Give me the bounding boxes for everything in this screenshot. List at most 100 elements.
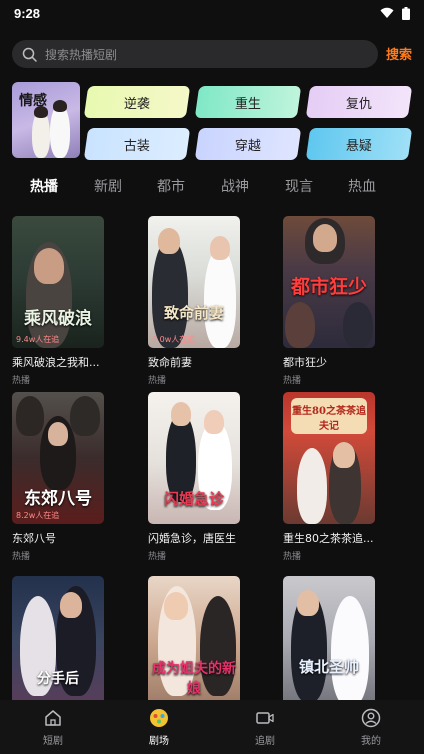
nav-label: 我的: [361, 736, 381, 747]
search-input[interactable]: 搜索热播短剧: [12, 40, 378, 68]
search-icon: [22, 47, 37, 62]
drama-poster: 重生80之茶茶追夫记: [283, 392, 375, 524]
theater-icon: [150, 709, 168, 727]
poster-face: [158, 228, 180, 254]
battery-icon: [402, 6, 410, 20]
genre-chip-chongsheng[interactable]: 重生: [194, 86, 302, 118]
poster-face: [164, 592, 188, 620]
genre-chip-label: 悬疑: [345, 138, 372, 154]
poster-face-bride: [210, 236, 230, 260]
genre-featured-card[interactable]: 情感: [12, 82, 80, 158]
nav-item-shortdrama[interactable]: 短剧: [0, 700, 106, 754]
nav-item-theater[interactable]: 剧场: [106, 700, 212, 754]
status-icons: [380, 6, 410, 20]
poster-figure-bride: [204, 248, 236, 348]
search-placeholder: 搜索热播短剧: [45, 47, 118, 62]
drama-poster: 分手后: [12, 576, 104, 708]
drama-card[interactable]: 分手后: [12, 576, 104, 708]
drama-title: 闪婚急诊，唐医生: [148, 532, 236, 545]
genre-chip-chuanyue[interactable]: 穿越: [194, 128, 302, 160]
drama-poster: 闪婚急诊: [148, 392, 240, 524]
genre-chip-nixi[interactable]: 逆袭: [83, 86, 191, 118]
drama-card[interactable]: 重生80之茶茶追夫记 重生80之茶茶追... 热播: [283, 392, 375, 562]
poster-title-text: 东郊八号: [24, 489, 92, 509]
video-icon: [256, 712, 274, 724]
poster-figure-3: [343, 302, 373, 348]
tab-urban[interactable]: 都市: [157, 176, 185, 196]
poster-face: [297, 590, 319, 616]
poster-title-text: 重生80之茶茶追夫记: [292, 406, 366, 432]
poster-figure: [297, 448, 327, 524]
status-bar: 9:28: [0, 0, 424, 26]
drama-status: 热播: [12, 552, 31, 562]
drama-card[interactable]: 乘风破浪 9.4w人在追 乘风破浪之我和... 热播: [12, 216, 104, 386]
tab-new[interactable]: 新剧: [94, 176, 122, 196]
drama-card[interactable]: 成为姐夫的新娘: [148, 576, 240, 708]
genre-chip-label: 逆袭: [123, 96, 150, 112]
poster-face: [48, 422, 68, 446]
drama-poster: 乘风破浪 9.4w人在追: [12, 216, 104, 348]
poster-title-text: 乘风破浪: [24, 309, 92, 329]
status-time: 9:28: [14, 5, 41, 21]
genre-chip-label: 重生: [234, 96, 261, 112]
poster-figure-bride: [331, 596, 369, 706]
poster-views: 8.2w人在追: [16, 511, 60, 520]
couple-illustration-partner: [50, 104, 70, 158]
tab-action[interactable]: 热血: [348, 176, 376, 196]
tab-hotplay[interactable]: 热播: [30, 176, 58, 196]
poster-figure: [16, 396, 44, 436]
drama-title: 都市狂少: [283, 356, 327, 369]
drama-poster: 东郊八号 8.2w人在追: [12, 392, 104, 524]
hair-shape-partner: [53, 100, 67, 112]
drama-card[interactable]: 致命前妻 9.0w人在追 致命前妻 热播: [148, 216, 240, 386]
drama-status: 热播: [283, 552, 302, 562]
poster-title-text: 闪婚急诊: [163, 490, 224, 508]
profile-icon: [361, 708, 381, 728]
bottom-nav: 短剧 剧场 追剧 我的: [0, 700, 424, 754]
nav-label: 剧场: [149, 736, 169, 747]
poster-figure-2: [70, 396, 100, 436]
poster-face: [333, 442, 355, 468]
genre-chip-guzhuang[interactable]: 古装: [83, 128, 191, 160]
drama-title: 重生80之茶茶追...: [283, 532, 374, 545]
drama-title: 乘风破浪之我和...: [12, 356, 100, 369]
drama-poster: 致命前妻 9.0w人在追: [148, 216, 240, 348]
genre-chip-label: 复仇: [345, 96, 372, 112]
genre-chip-label: 古装: [123, 138, 150, 154]
poster-title-text: 都市狂少: [290, 276, 367, 298]
poster-figure-2: [285, 302, 315, 348]
drama-card[interactable]: 东郊八号 8.2w人在追 东郊八号 热播: [12, 392, 104, 562]
tab-modern-romance[interactable]: 现言: [285, 176, 313, 196]
genre-grid: 逆袭 重生 复仇 古装 穿越 悬疑: [83, 86, 420, 160]
poster-title-text: 镇北圣帅: [298, 658, 359, 676]
tab-war-god[interactable]: 战神: [221, 176, 249, 196]
wifi-icon: [380, 7, 394, 18]
drama-poster: 成为姐夫的新娘: [148, 576, 240, 708]
poster-views: 9.0w人在追: [152, 335, 196, 344]
genre-chip-xuanyi[interactable]: 悬疑: [305, 128, 413, 160]
drama-title: 东郊八号: [12, 532, 56, 545]
poster-title-text: 致命前妻: [163, 304, 224, 322]
poster-face: [60, 592, 82, 618]
poster-face: [34, 248, 64, 284]
drama-card[interactable]: 镇北圣帅: [283, 576, 375, 708]
drama-poster: 都市狂少: [283, 216, 375, 348]
nav-item-mine[interactable]: 我的: [318, 700, 424, 754]
poster-figure: [152, 238, 188, 348]
drama-status: 热播: [283, 376, 302, 386]
drama-card[interactable]: 都市狂少 都市狂少 热播: [283, 216, 375, 386]
poster-face: [171, 402, 191, 426]
hair-shape: [34, 106, 48, 118]
drama-card[interactable]: 闪婚急诊 闪婚急诊，唐医生 热播: [148, 392, 240, 562]
genre-chip-fuchou[interactable]: 复仇: [305, 86, 413, 118]
search-button[interactable]: 搜索: [386, 44, 412, 63]
poster-face-bride: [204, 410, 224, 434]
drama-poster: 镇北圣帅: [283, 576, 375, 708]
poster-title-text: 分手后: [37, 671, 79, 687]
poster-views: 9.4w人在追: [16, 335, 60, 344]
drama-status: 热播: [148, 376, 167, 386]
nav-item-following[interactable]: 追剧: [212, 700, 318, 754]
nav-label: 短剧: [43, 736, 63, 747]
drama-title: 致命前妻: [148, 356, 192, 369]
home-icon: [45, 710, 61, 726]
